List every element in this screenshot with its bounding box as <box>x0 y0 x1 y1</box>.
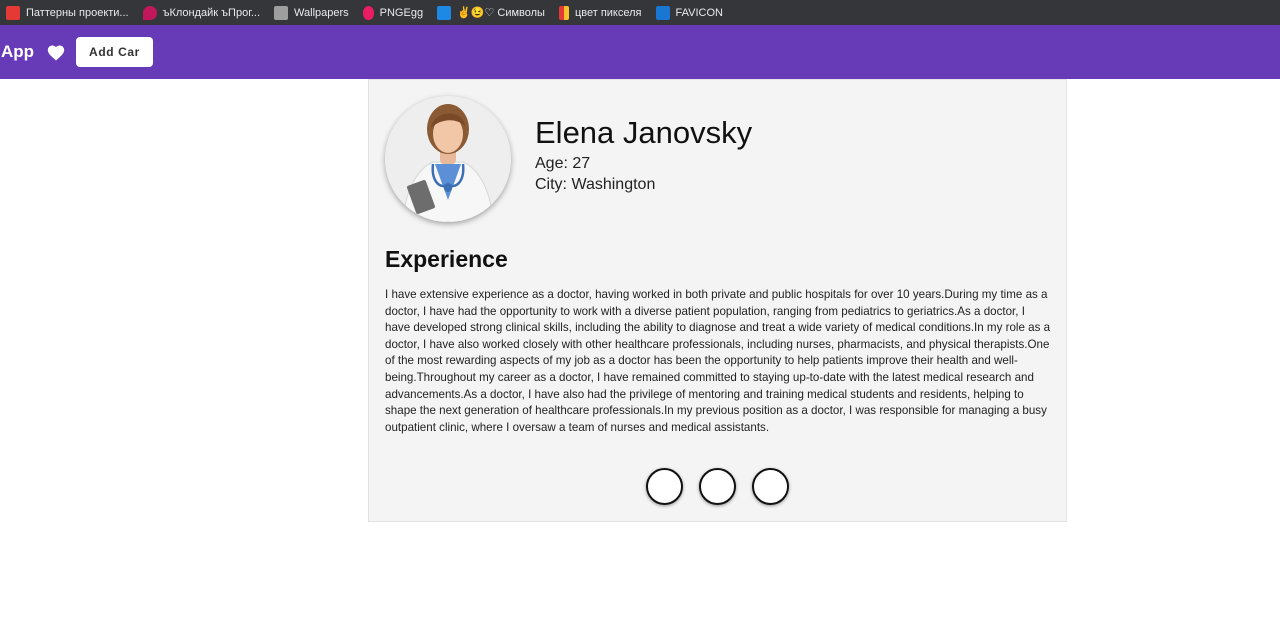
doctor-photo <box>385 96 511 222</box>
bookmark-klondike[interactable]: ъКлондайк ъПрог... <box>142 0 261 25</box>
v-shield-icon <box>437 5 452 20</box>
bookmark-favicon[interactable]: FAVICON <box>655 0 723 25</box>
bookmark-label: PNGEgg <box>379 6 424 19</box>
favicon-f-icon <box>655 5 670 20</box>
profile-age: Age: 27 <box>535 155 591 172</box>
experience-text: I have extensive experience as a doctor,… <box>385 288 1051 434</box>
pagination-dots <box>646 468 805 505</box>
bookmark-pngegg[interactable]: PNGEgg <box>362 0 424 25</box>
color-blocks-icon <box>558 5 569 20</box>
bookmark-wallpapers[interactable]: Wallpapers <box>274 0 349 25</box>
bookmark-symbols[interactable]: ✌😉♡ Символы <box>437 0 545 25</box>
app-header: App Add Car <box>0 25 1280 79</box>
profile-avatar <box>385 96 511 222</box>
bookmark-label: FAVICON <box>675 6 723 19</box>
pngegg-icon <box>362 5 374 20</box>
heart-gem-icon <box>142 5 157 20</box>
dot-button-3[interactable] <box>752 468 789 505</box>
bookmark-label: ъКлондайк ъПрог... <box>162 6 261 19</box>
red-square-icon <box>6 5 20 20</box>
profile-city: City: Washington <box>535 176 656 193</box>
bookmark-label: цвет пикселя <box>574 6 642 19</box>
bookmark-patterns[interactable]: Паттерны проекти... <box>6 0 129 25</box>
heart-icon[interactable] <box>46 43 66 61</box>
app-title: App <box>1 42 35 61</box>
bookmark-label: Паттерны проекти... <box>26 6 129 19</box>
profile-card: Elena Janovsky Age: 27 City: Washington … <box>368 79 1067 522</box>
bookmarks-bar: Паттерны проекти... ъКлондайк ъПрог... W… <box>0 0 1280 25</box>
bookmark-label: ✌😉♡ Символы <box>457 7 545 19</box>
dot-button-1[interactable] <box>646 468 683 505</box>
bookmark-pixel-color[interactable]: цвет пикселя <box>558 0 642 25</box>
experience-title: Experience <box>385 246 508 272</box>
wallpapers-icon <box>274 5 289 20</box>
profile-name: Elena Janovsky <box>535 115 753 150</box>
add-car-button[interactable]: Add Car <box>76 37 153 67</box>
dot-button-2[interactable] <box>699 468 736 505</box>
bookmark-label: Wallpapers <box>294 6 349 19</box>
